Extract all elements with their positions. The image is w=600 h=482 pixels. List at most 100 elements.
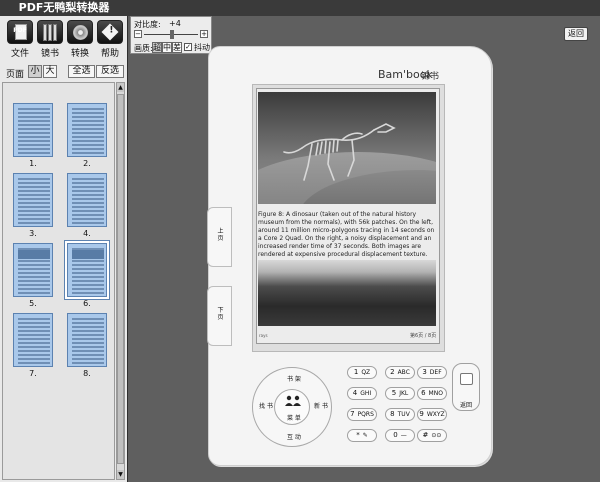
thumbnail-scrollbar[interactable]: ▲ ▼	[116, 82, 125, 480]
nav-new-book-button[interactable]: 新 书	[314, 401, 328, 410]
people-icon	[285, 395, 301, 406]
key-sub-label: WXYZ	[426, 411, 445, 418]
quality-option-medium[interactable]: 中	[162, 42, 172, 53]
keypad-key[interactable]: * ✎	[347, 429, 377, 442]
page-thumbnail[interactable]	[13, 243, 53, 297]
scroll-down-icon[interactable]: ▼	[117, 470, 124, 479]
contrast-slider-knob[interactable]	[170, 30, 174, 39]
keypad-key[interactable]: 2 ABC	[385, 366, 415, 379]
contrast-increase-button[interactable]: +	[200, 30, 208, 38]
scroll-thumb[interactable]	[117, 94, 124, 464]
page-thumbnail[interactable]	[67, 313, 107, 367]
keypad-key[interactable]: 1 QZ	[347, 366, 377, 379]
key-sub-label: MNO	[428, 390, 443, 397]
nav-interact-button[interactable]: 互 动	[287, 432, 301, 441]
contrast-slider[interactable]: − +	[134, 30, 209, 39]
dither-checkbox[interactable]: ✓	[184, 43, 192, 51]
help-button[interactable]: ! 帮助	[95, 18, 125, 60]
nav-bookshelf-button[interactable]: 书 架	[287, 374, 301, 383]
thumbnail-number: 5.	[29, 299, 37, 308]
figure-caption: Figure 8: A dinosaur (taken out of the n…	[258, 211, 435, 258]
mirror-book-button-label: 镜书	[40, 49, 59, 59]
nav-ring: 书 架 找 书 新 书 互 动 菜 单	[252, 367, 332, 447]
key-sub-label: ABC	[397, 369, 410, 376]
page-footer-left: rays	[259, 333, 268, 338]
keypad-key[interactable]: 9 WXYZ	[417, 408, 447, 421]
keypad-key[interactable]: 3 DEF	[417, 366, 447, 379]
key-main-label: *	[356, 431, 360, 439]
thumb-size-large-button[interactable]: 大	[43, 65, 57, 78]
quality-option-low[interactable]: 差	[172, 42, 182, 53]
key-sub-label: JKL	[399, 390, 409, 397]
help-icon: !	[97, 20, 123, 44]
convert-disc-icon	[67, 20, 93, 44]
convert-button[interactable]: 转换	[65, 18, 95, 60]
contrast-decrease-button[interactable]: −	[134, 30, 142, 38]
page-thumbnail[interactable]	[13, 313, 53, 367]
key-main-label: 5	[391, 389, 397, 397]
thumbnail-list: 1. 2. 3. 4. 5. 6. 7. 8.	[2, 82, 115, 480]
thumb-size-small-button[interactable]: 小	[28, 65, 42, 78]
key-sub-label: QZ	[361, 369, 371, 376]
invert-selection-button[interactable]: 反选	[96, 65, 124, 78]
key-sub-label: DEF	[429, 369, 442, 376]
key-sub-label: GHI	[360, 390, 372, 397]
dinosaur-skeleton-icon	[283, 123, 396, 181]
next-page-label: 下页	[217, 307, 224, 321]
mirror-book-button[interactable]: 镜书	[35, 18, 65, 60]
key-main-label: 6	[421, 389, 426, 397]
keypad-key[interactable]: 7 PQRS	[347, 408, 377, 421]
next-page-button[interactable]: 下页	[207, 286, 232, 346]
quality-label: 画质:	[134, 44, 153, 53]
nav-find-book-button[interactable]: 找 书	[259, 401, 273, 410]
thumbnail-number: 1.	[29, 159, 37, 168]
keypad-key[interactable]: 8 TUV	[385, 408, 415, 421]
books-icon	[37, 20, 63, 44]
page-thumbnail[interactable]	[13, 103, 53, 157]
thumbnail-number: 8.	[83, 369, 91, 378]
file-icon-text: PDF	[13, 27, 27, 34]
thumbnail-number: 3.	[29, 229, 37, 238]
scroll-up-icon[interactable]: ▲	[117, 83, 124, 92]
key-main-label: 7	[350, 410, 355, 418]
thumbnail-number: 6.	[83, 299, 91, 308]
page-label: 页面	[6, 70, 25, 80]
landscape-render-image	[258, 260, 436, 326]
key-sub-label: PQRS	[357, 411, 374, 418]
contrast-value: +4	[169, 19, 181, 28]
keypad-key[interactable]: 4 GHI	[347, 387, 377, 400]
key-sub-label: —	[400, 432, 407, 439]
key-main-label: 9	[419, 410, 424, 418]
select-all-button[interactable]: 全选	[68, 65, 95, 78]
back-button[interactable]: 返回	[564, 27, 588, 41]
prev-page-button[interactable]: 上页	[207, 207, 232, 267]
page-thumbnail[interactable]	[67, 173, 107, 227]
file-button-label: 文件	[10, 49, 29, 59]
thumbnail-number: 4.	[83, 229, 91, 238]
key-sub-label: TUV	[397, 411, 410, 418]
key-main-label: 2	[390, 368, 395, 376]
page-thumbnail[interactable]	[67, 243, 107, 297]
dinosaur-render-image	[258, 92, 436, 204]
quality-option-high[interactable]: 超	[152, 42, 162, 53]
device-return-label: 返回	[459, 402, 472, 409]
page-thumbnail[interactable]	[13, 173, 53, 227]
keypad-key[interactable]: # ⊙⊙	[417, 429, 447, 442]
left-panel: PDF 文件 镜书 转换 ! 帮助 页面 小 大 全选 反选 1. 2. 3. 4. 5…	[0, 16, 128, 482]
key-main-label: #	[422, 431, 429, 439]
keypad-key[interactable]: 6 MNO	[417, 387, 447, 400]
return-square-icon	[460, 373, 473, 385]
dither-checkbox-label: 抖动	[194, 43, 210, 52]
key-main-label: 0	[393, 431, 398, 439]
file-button[interactable]: PDF 文件	[5, 18, 35, 60]
page-toolbar: 页面 小 大 全选 反选	[2, 64, 126, 80]
convert-button-label: 转换	[70, 49, 89, 59]
keypad-key[interactable]: 0—	[385, 429, 415, 442]
key-sub-label: ⊙⊙	[431, 432, 442, 439]
page-thumbnail[interactable]	[67, 103, 107, 157]
key-main-label: 8	[390, 410, 395, 418]
device-return-button[interactable]: 返回	[452, 363, 480, 411]
keypad-key[interactable]: 5 JKL	[385, 387, 415, 400]
help-button-label: 帮助	[100, 49, 119, 59]
page-footer-number: 第6页 / 8页	[410, 333, 437, 339]
